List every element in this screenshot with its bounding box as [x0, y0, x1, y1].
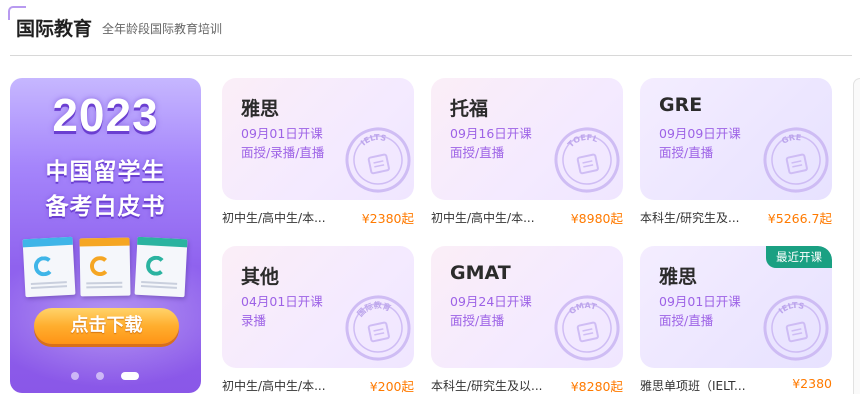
latest-course-badge: 最近开课: [766, 246, 832, 268]
carousel-dot[interactable]: [96, 372, 104, 380]
course-start-date: 09月24日开课: [450, 294, 532, 309]
course-stamp-icon: GRE: [763, 127, 829, 193]
course-price: ¥200起: [369, 379, 414, 394]
book-cover: [134, 236, 188, 298]
course-start-date: 09月01日开课: [241, 126, 323, 141]
section-title: 国际教育: [16, 18, 93, 40]
course-audience[interactable]: 本科生/研究生及...: [640, 209, 764, 226]
book-covers-illustration: [20, 236, 190, 300]
course-stamp-icon: IELTS: [345, 127, 411, 193]
course-section: 国际教育 全年龄段国际教育培训 2023 中国留学生 备考白皮书 点击下载 雅思…: [0, 0, 860, 405]
course-card-box[interactable]: 托福 09月16日开课 面授/直播 TOEFL: [431, 78, 623, 200]
course-price: ¥8280起: [570, 379, 623, 394]
course-name: GRE: [659, 94, 703, 116]
course-start-date: 09月16日开课: [450, 126, 532, 141]
course-audience[interactable]: 雅思单项班（IELT...: [640, 377, 764, 394]
course-price: ¥8980起: [570, 211, 623, 226]
course-price: ¥2380: [792, 376, 832, 391]
section-header: 国际教育 全年龄段国际教育培训: [0, 0, 860, 56]
course-name: 其他: [241, 266, 280, 288]
course-start-date: 04月01日开课: [241, 294, 323, 309]
whitepaper-banner[interactable]: 2023 中国留学生 备考白皮书 点击下载: [10, 78, 201, 393]
course-name: GMAT: [450, 262, 511, 284]
course-card-box[interactable]: GMAT 09月24日开课 面授/直播 GMAT: [431, 246, 623, 368]
course-stamp-icon: GMAT: [554, 295, 620, 361]
section-subtitle: 全年龄段国际教育培训: [102, 22, 223, 36]
carousel-dot-active[interactable]: [121, 372, 139, 380]
course-mode: 录播: [241, 313, 267, 328]
course-name: 雅思: [659, 266, 698, 288]
banner-headline-2: 备考白皮书: [45, 194, 166, 220]
course-mode: 面授/录播/直播: [241, 145, 325, 160]
course-mode: 面授/直播: [450, 313, 505, 328]
stamp-text: GRE: [780, 131, 804, 146]
course-audience[interactable]: 初中生/高中生/本...: [431, 209, 555, 226]
download-button[interactable]: 点击下载: [34, 308, 179, 344]
course-stamp-icon: TOEFL: [554, 127, 620, 193]
book-cover: [79, 237, 131, 297]
course-card-box[interactable]: 雅思 09月01日开课 面授/录播/直播 IELTS: [222, 78, 414, 200]
course-audience[interactable]: 本科生/研究生及以...: [431, 377, 555, 394]
header-divider: [10, 55, 852, 56]
course-mode: 面授/直播: [450, 145, 505, 160]
svg-text:GRE: GRE: [780, 131, 804, 146]
course-stamp-icon: 国际教育: [345, 295, 411, 361]
carousel-dots: [10, 372, 201, 382]
course-name: 托福: [450, 98, 489, 120]
banner-headline-1: 中国留学生: [45, 159, 166, 185]
next-card-peek: [853, 78, 860, 394]
course-start-date: 09月09日开课: [659, 126, 741, 141]
book-cover: [22, 236, 76, 298]
carousel-dot[interactable]: [71, 372, 79, 380]
course-card-box[interactable]: GRE 09月09日开课 面授/直播 GRE: [640, 78, 832, 200]
course-mode: 面授/直播: [659, 145, 714, 160]
course-card-box[interactable]: 其他 04月01日开课 录播 国际教育: [222, 246, 414, 368]
course-name: 雅思: [241, 98, 280, 120]
banner-year: 2023: [52, 89, 159, 141]
course-price: ¥5266.7起: [767, 211, 832, 226]
course-price: ¥2380起: [361, 211, 414, 226]
course-card-box[interactable]: 雅思 09月01日开课 面授/直播 IELTS 最近开课: [640, 246, 832, 368]
course-mode: 面授/直播: [659, 313, 714, 328]
course-start-date: 09月01日开课: [659, 294, 741, 309]
course-audience[interactable]: 初中生/高中生/本...: [222, 209, 346, 226]
course-audience[interactable]: 初中生/高中生/本...: [222, 377, 346, 394]
course-stamp-icon: IELTS: [763, 295, 829, 361]
